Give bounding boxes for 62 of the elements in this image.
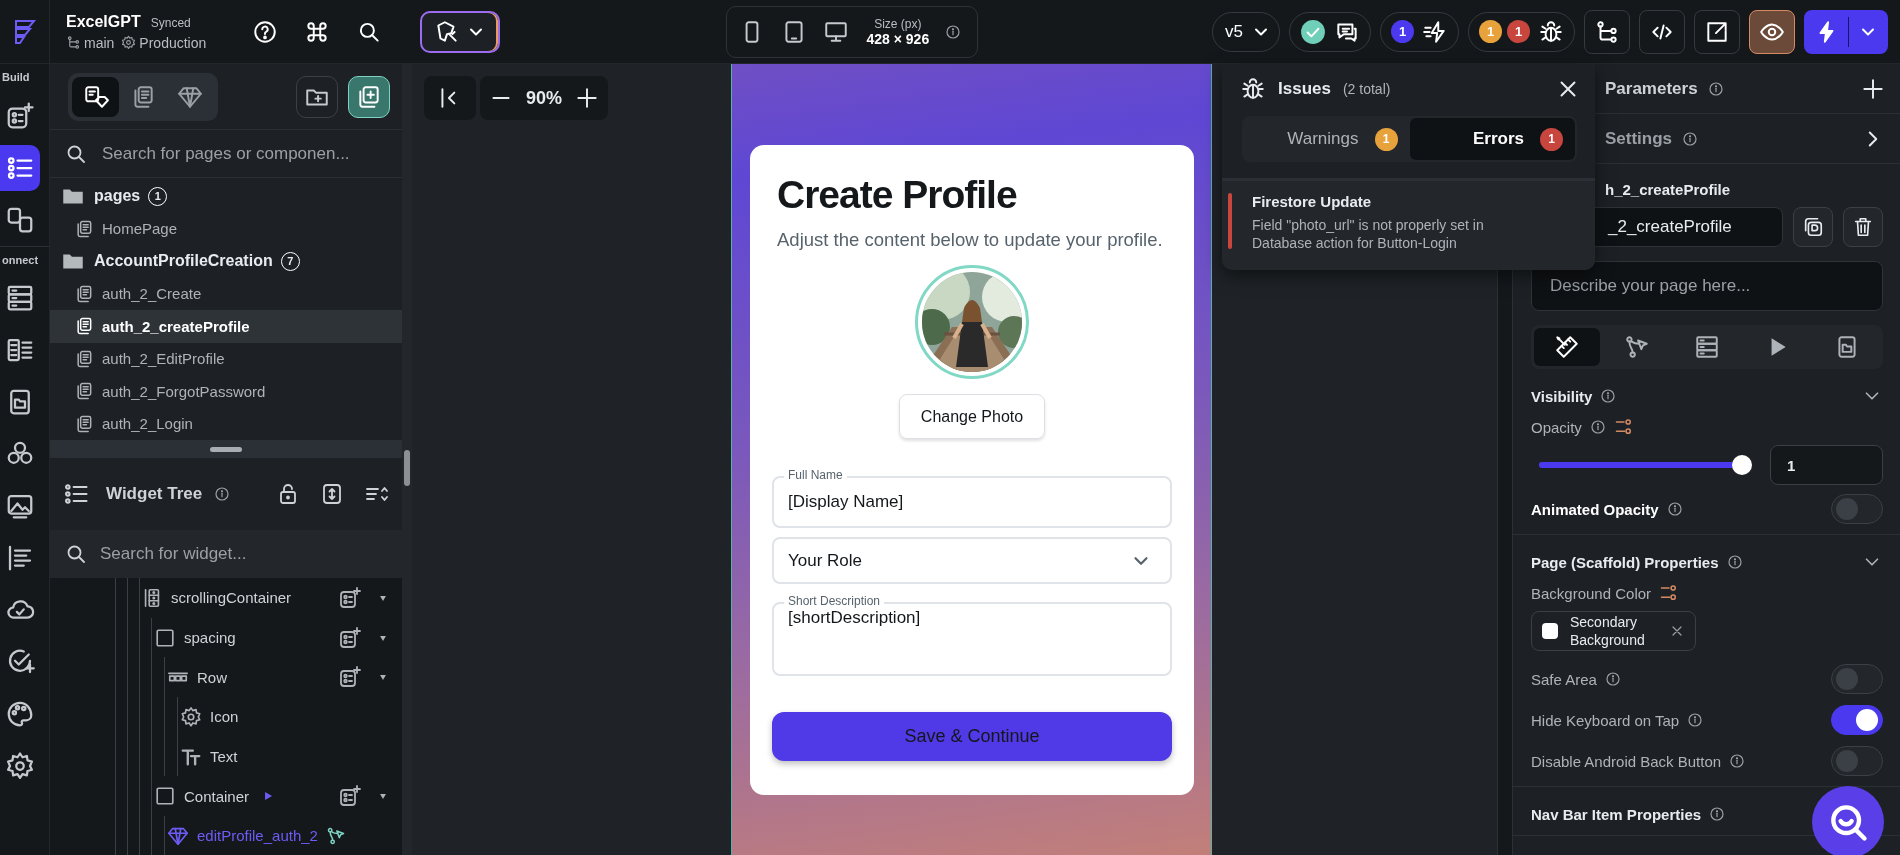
branch-name[interactable]: main xyxy=(84,34,115,51)
property-label: Background Color xyxy=(1531,584,1652,602)
widget-name[interactable]: scrollingContainer xyxy=(171,589,292,607)
color-name: Secondary Background xyxy=(1570,613,1646,649)
property-label: Safe Area xyxy=(1531,670,1597,688)
widget-name[interactable]: editProfile_auth_2 xyxy=(197,827,318,845)
error-badge: 1 xyxy=(1507,20,1530,43)
section-title[interactable]: Parameters xyxy=(1605,78,1698,99)
project-name: ExcelGPT xyxy=(66,12,141,31)
field-label: Short Description xyxy=(784,593,885,609)
size-label: Size (px) xyxy=(874,16,922,31)
widget-name[interactable]: Icon xyxy=(210,708,239,726)
issues-tab[interactable]: Errors 1 xyxy=(1409,118,1575,160)
sync-status: Synced xyxy=(150,15,191,30)
description-field[interactable]: Describe your page here... xyxy=(1531,261,1883,311)
count-badge: 1 xyxy=(1374,127,1398,151)
size-value: 428 × 926 xyxy=(866,30,930,47)
property-label: Opacity xyxy=(1531,418,1582,436)
panel-title: Widget Tree xyxy=(106,484,203,504)
environment-name[interactable]: Production xyxy=(139,34,207,51)
color-chip[interactable]: Secondary Background xyxy=(1531,611,1696,651)
page-item[interactable]: auth_2_Create xyxy=(50,277,402,310)
widget-name[interactable]: Text xyxy=(210,748,238,766)
page-item[interactable]: auth_2_Login xyxy=(50,407,402,440)
widget-name[interactable]: Container xyxy=(184,787,250,805)
value-field[interactable]: 1 xyxy=(1770,445,1883,485)
popup-title: Issues xyxy=(1278,79,1331,99)
issues-tab[interactable]: Warnings 1 xyxy=(1244,118,1410,160)
issue-message: Field "photo_url" is not properly set in Database action for Button-Login xyxy=(1252,216,1485,252)
count-badge: 1 xyxy=(1391,20,1414,43)
section-title[interactable]: Nav Bar Item Properties xyxy=(1531,805,1702,823)
page-item[interactable]: HomePage xyxy=(50,212,402,245)
issue-title: Firestore Update xyxy=(1252,193,1373,210)
count-badge: 1 xyxy=(1540,127,1563,151)
issue-item[interactable]: Firestore Update Field "photo_url" is not properly set in Database action for Button-Login xyxy=(1222,178,1595,270)
section-title[interactable]: Page (Scaffold) Properties xyxy=(1531,553,1719,571)
warning-badge: 1 xyxy=(1479,20,1502,43)
page-title: h_2_createProfile xyxy=(1605,181,1732,198)
text-field[interactable]: Full Name [Display Name] xyxy=(772,467,1172,528)
folder-name[interactable]: AccountProfileCreation xyxy=(94,252,273,271)
property-label: Hide Keyboard on Tap xyxy=(1531,711,1680,729)
widget-name[interactable]: spacing xyxy=(184,629,236,647)
section-title[interactable]: Visibility xyxy=(1531,387,1593,405)
dropdown-field[interactable]: Your Role xyxy=(772,537,1172,584)
page-heading: Create Profile xyxy=(777,173,1017,217)
property-label: Disable Android Back Button xyxy=(1531,752,1722,770)
widget-search-field[interactable]: Search for widget... xyxy=(50,530,402,578)
issue-total: (2 total) xyxy=(1342,81,1391,97)
page-item[interactable]: auth_2_createProfile xyxy=(50,310,402,343)
property-label: Animated Opacity xyxy=(1531,500,1659,518)
rail-section-label: onnect xyxy=(0,246,49,272)
text-field[interactable]: Short Description [shortDescription] xyxy=(772,593,1172,676)
page-item[interactable]: auth_2_ForgotPassword xyxy=(50,375,402,408)
subtitle: Adjust the content below to update your profile. xyxy=(777,229,1163,251)
page-search-field[interactable]: Search for pages or componen... xyxy=(100,142,388,165)
page-item[interactable]: auth_2_EditProfile xyxy=(50,342,402,375)
rail-section-label: Build xyxy=(1,70,31,85)
zoom-level: 90% xyxy=(526,87,562,109)
change-photo-button[interactable]: Change Photo xyxy=(899,394,1045,439)
folder-name[interactable]: pages xyxy=(94,187,141,206)
widget-name[interactable]: Row xyxy=(197,668,227,686)
section-title[interactable]: Settings xyxy=(1605,128,1673,149)
